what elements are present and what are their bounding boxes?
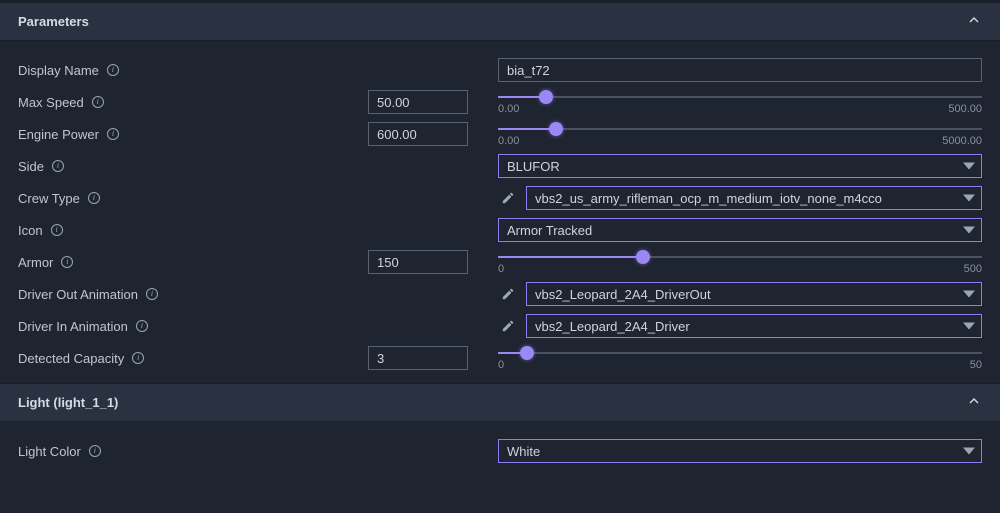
slider-max: 500.00 bbox=[948, 103, 982, 115]
slider-max: 5000.00 bbox=[942, 135, 982, 147]
select-value: vbs2_Leopard_2A4_DriverOut bbox=[535, 287, 711, 302]
info-icon[interactable]: i bbox=[132, 352, 144, 364]
engine-power-slider[interactable] bbox=[498, 123, 982, 135]
parameters-body: Display Name i Max Speed i bbox=[0, 41, 1000, 383]
display-name-input[interactable] bbox=[498, 58, 982, 82]
info-icon[interactable]: i bbox=[61, 256, 73, 268]
chevron-down-icon bbox=[963, 323, 975, 330]
label-light-color: Light Color bbox=[18, 444, 81, 459]
label-crew-type: Crew Type bbox=[18, 191, 80, 206]
label-engine-power: Engine Power bbox=[18, 127, 99, 142]
driver-in-select[interactable]: vbs2_Leopard_2A4_Driver bbox=[526, 314, 982, 338]
select-value: BLUFOR bbox=[507, 159, 560, 174]
edit-icon[interactable] bbox=[498, 188, 518, 208]
detected-capacity-slider[interactable] bbox=[498, 347, 982, 359]
info-icon[interactable]: i bbox=[146, 288, 158, 300]
section-title: Light (light_1_1) bbox=[18, 395, 118, 410]
chevron-up-icon bbox=[966, 12, 982, 31]
edit-icon[interactable] bbox=[498, 316, 518, 336]
info-icon[interactable]: i bbox=[107, 64, 119, 76]
driver-out-select[interactable]: vbs2_Leopard_2A4_DriverOut bbox=[526, 282, 982, 306]
crew-type-select[interactable]: vbs2_us_army_rifleman_ocp_m_medium_iotv_… bbox=[526, 186, 982, 210]
label-armor: Armor bbox=[18, 255, 53, 270]
engine-power-input[interactable] bbox=[368, 122, 468, 146]
chevron-down-icon bbox=[963, 163, 975, 170]
section-title: Parameters bbox=[18, 14, 89, 29]
select-value: vbs2_Leopard_2A4_Driver bbox=[535, 319, 690, 334]
label-side: Side bbox=[18, 159, 44, 174]
slider-min: 0.00 bbox=[498, 103, 519, 115]
slider-min: 0 bbox=[498, 263, 504, 275]
light-body: Light Color i White bbox=[0, 422, 1000, 476]
label-icon: Icon bbox=[18, 223, 43, 238]
section-header-parameters[interactable]: Parameters bbox=[0, 2, 1000, 41]
select-value: Armor Tracked bbox=[507, 223, 592, 238]
info-icon[interactable]: i bbox=[92, 96, 104, 108]
armor-slider[interactable] bbox=[498, 251, 982, 263]
chevron-down-icon bbox=[963, 195, 975, 202]
label-driver-out: Driver Out Animation bbox=[18, 287, 138, 302]
slider-min: 0.00 bbox=[498, 135, 519, 147]
info-icon[interactable]: i bbox=[136, 320, 148, 332]
edit-icon[interactable] bbox=[498, 284, 518, 304]
slider-max: 500 bbox=[964, 263, 982, 275]
max-speed-slider[interactable] bbox=[498, 91, 982, 103]
select-value: White bbox=[507, 444, 540, 459]
select-value: vbs2_us_army_rifleman_ocp_m_medium_iotv_… bbox=[535, 191, 882, 206]
chevron-down-icon bbox=[963, 448, 975, 455]
label-driver-in: Driver In Animation bbox=[18, 319, 128, 334]
armor-input[interactable] bbox=[368, 250, 468, 274]
slider-min: 0 bbox=[498, 359, 504, 371]
chevron-down-icon bbox=[963, 291, 975, 298]
slider-max: 50 bbox=[970, 359, 982, 371]
light-color-select[interactable]: White bbox=[498, 439, 982, 463]
info-icon[interactable]: i bbox=[51, 224, 63, 236]
label-detected-capacity: Detected Capacity bbox=[18, 351, 124, 366]
chevron-up-icon bbox=[966, 393, 982, 412]
section-header-light[interactable]: Light (light_1_1) bbox=[0, 383, 1000, 422]
info-icon[interactable]: i bbox=[52, 160, 64, 172]
detected-capacity-input[interactable] bbox=[368, 346, 468, 370]
label-display-name: Display Name bbox=[18, 63, 99, 78]
label-max-speed: Max Speed bbox=[18, 95, 84, 110]
info-icon[interactable]: i bbox=[88, 192, 100, 204]
chevron-down-icon bbox=[963, 227, 975, 234]
side-select[interactable]: BLUFOR bbox=[498, 154, 982, 178]
icon-select[interactable]: Armor Tracked bbox=[498, 218, 982, 242]
info-icon[interactable]: i bbox=[107, 128, 119, 140]
max-speed-input[interactable] bbox=[368, 90, 468, 114]
info-icon[interactable]: i bbox=[89, 445, 101, 457]
